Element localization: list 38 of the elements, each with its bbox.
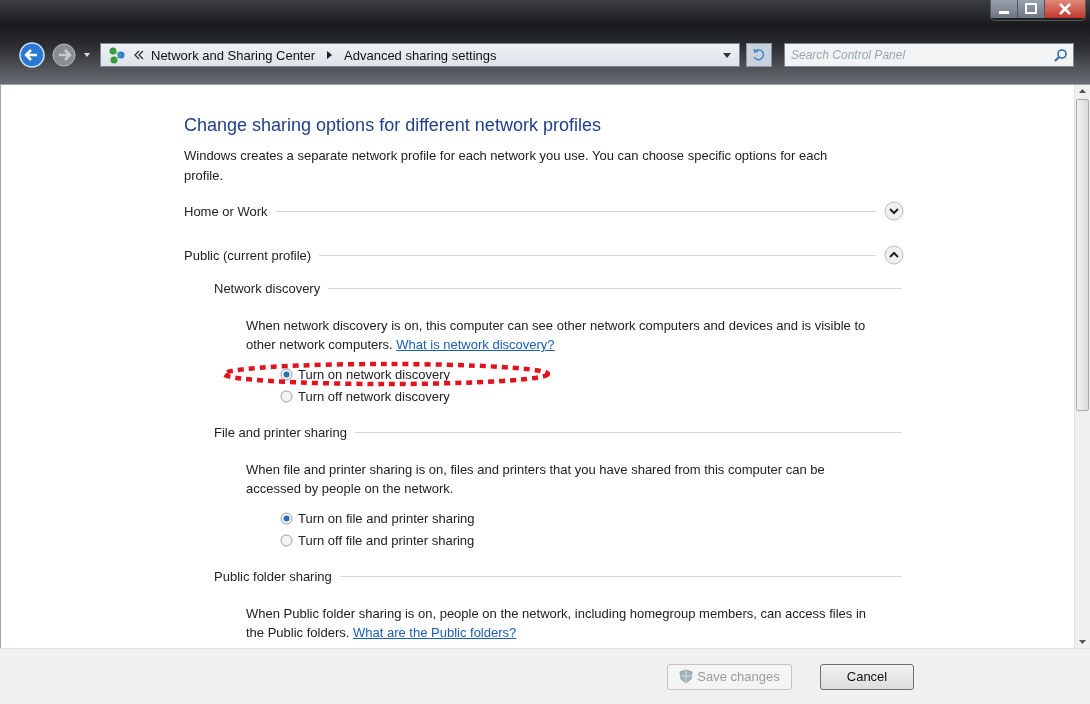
page-title: Change sharing options for different network profiles bbox=[184, 115, 602, 136]
shield-icon bbox=[679, 669, 694, 684]
radio-label[interactable]: Turn off network discovery bbox=[298, 388, 450, 404]
page-description: Windows creates a separate network profile for each network you use. You can choose specific options for each profile. bbox=[184, 147, 829, 185]
radio-label[interactable]: Turn off file and printer sharing bbox=[298, 532, 475, 548]
search-icon[interactable] bbox=[1054, 48, 1068, 62]
scrollbar-thumb[interactable] bbox=[1076, 99, 1089, 411]
close-icon[interactable] bbox=[1045, 0, 1085, 18]
maximize-icon[interactable] bbox=[1018, 0, 1045, 18]
section-description: When network discovery is on, this computer can see other network computers and devices and is visible to other network computers. What is network discovery? bbox=[246, 317, 867, 354]
forward-button[interactable] bbox=[50, 41, 78, 69]
minimize-icon[interactable] bbox=[991, 0, 1018, 18]
radio-button[interactable] bbox=[280, 367, 293, 381]
address-bar[interactable]: Network and Sharing Center Advanced sharing settings bbox=[100, 43, 740, 67]
scrollbar[interactable] bbox=[1074, 85, 1090, 648]
search-field[interactable]: Search Control Panel bbox=[784, 43, 1074, 67]
section-description: When file and printer sharing is on, files and printers that you have shared from this computer can be accessed by people on the network. bbox=[246, 461, 826, 498]
cancel-button[interactable]: Cancel bbox=[820, 663, 914, 690]
section-heading: File and printer sharing bbox=[214, 425, 347, 440]
expand-chevron-icon[interactable] bbox=[884, 201, 904, 221]
breadcrumb-item[interactable]: Network and Sharing Center bbox=[151, 47, 316, 63]
section-description: When Public folder sharing is on, people on the network, including homegroup members, can access files in the Public folders. What are the Public folders? bbox=[246, 605, 867, 642]
network-icon bbox=[107, 46, 127, 64]
section-heading: Public folder sharing bbox=[214, 569, 332, 584]
window-controls[interactable] bbox=[990, 0, 1086, 21]
radio-button[interactable] bbox=[280, 511, 293, 525]
breadcrumb-item[interactable]: Advanced sharing settings bbox=[344, 47, 497, 63]
radio-label[interactable]: Turn on file and printer sharing bbox=[298, 510, 475, 526]
collapse-chevron-icon[interactable] bbox=[884, 245, 904, 265]
help-link[interactable]: What are the Public folders? bbox=[352, 625, 517, 640]
radio-button[interactable] bbox=[280, 533, 293, 547]
back-button[interactable] bbox=[18, 41, 46, 69]
help-link[interactable]: What is network discovery? bbox=[396, 337, 555, 352]
section-heading: Network discovery bbox=[214, 281, 321, 296]
overflow-chevron-icon[interactable] bbox=[133, 49, 145, 61]
profile-heading[interactable]: Home or Work bbox=[184, 203, 268, 219]
profile-heading[interactable]: Public (current profile) bbox=[184, 247, 312, 263]
radio-button[interactable] bbox=[280, 389, 293, 403]
